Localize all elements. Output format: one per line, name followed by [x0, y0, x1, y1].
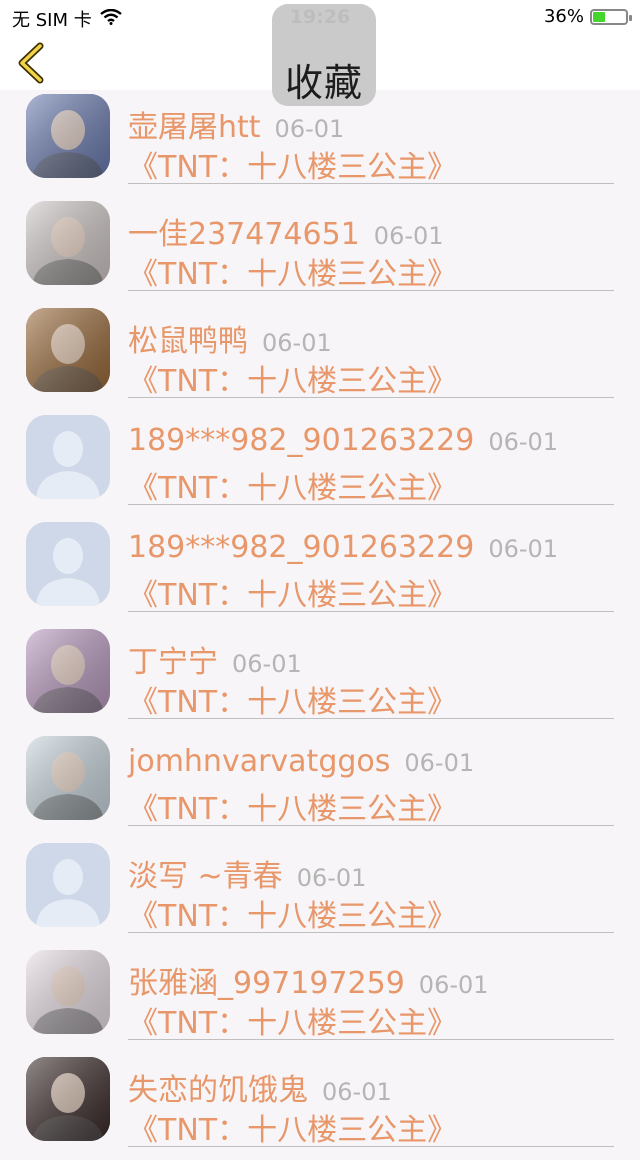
user-name: 松鼠鸭鸭: [128, 324, 248, 359]
date-label: 06-01: [488, 428, 559, 456]
date-label: 06-01: [296, 864, 367, 892]
date-label: 06-01: [232, 650, 302, 678]
row-divider: [128, 183, 614, 184]
user-name: 丁宁宁: [128, 645, 218, 680]
row-divider: [128, 718, 614, 719]
battery-level: [593, 11, 606, 22]
user-name: 失恋的饥饿鬼: [128, 1073, 308, 1108]
row-divider: [128, 504, 614, 505]
name-line: 一佳237474651 06-01: [128, 209, 444, 253]
row-divider: [128, 1039, 614, 1040]
book-title: 《TNT：十八楼三公主》: [128, 792, 458, 827]
name-line: 淡写 ~青春 06-01: [128, 851, 366, 895]
book-title: 《TNT：十八楼三公主》: [128, 150, 458, 185]
user-name: 张雅涵_997197259: [128, 966, 405, 1001]
avatar[interactable]: [26, 308, 110, 392]
chevron-left-icon: [18, 42, 44, 84]
date-label: 06-01: [488, 535, 559, 563]
name-line: 丁宁宁 06-01: [128, 637, 302, 681]
person-silhouette-icon: [26, 522, 110, 606]
book-title: 《TNT：十八楼三公主》: [128, 685, 458, 720]
favorites-list: 壶屠屠htt 06-01 《TNT：十八楼三公主》 一佳237474651 06-01 《…: [0, 90, 640, 1160]
person-silhouette-icon: [26, 843, 110, 927]
user-name: 壶屠屠htt: [128, 110, 261, 145]
row-divider: [128, 932, 614, 933]
date-label: 06-01: [322, 1078, 392, 1106]
back-button[interactable]: [12, 40, 52, 86]
avatar[interactable]: [26, 94, 110, 178]
status-right: 36%: [543, 6, 632, 27]
default-avatar[interactable]: [26, 415, 110, 499]
battery-icon: [590, 8, 632, 25]
row-divider: [128, 611, 614, 612]
list-item[interactable]: 丁宁宁 06-01 《TNT：十八楼三公主》: [0, 625, 640, 732]
date-label: 06-01: [262, 329, 332, 357]
avatar[interactable]: [26, 201, 110, 285]
person-silhouette-icon: [26, 415, 110, 499]
list-item[interactable]: 一佳237474651 06-01 《TNT：十八楼三公主》: [0, 197, 640, 304]
list-item[interactable]: 张雅涵_997197259 06-01 《TNT：十八楼三公主》: [0, 946, 640, 1053]
user-name: 189***982_901263229: [128, 530, 475, 565]
book-title: 《TNT：十八楼三公主》: [128, 364, 458, 399]
book-title: 《TNT：十八楼三公主》: [128, 471, 458, 506]
row-divider: [128, 825, 614, 826]
list-item[interactable]: jomhnvarvatggos 06-01 《TNT：十八楼三公主》: [0, 732, 640, 839]
photo-avatar-icon: [26, 950, 110, 1034]
user-name: 189***982_901263229: [128, 423, 475, 458]
photo-avatar-icon: [26, 201, 110, 285]
photo-avatar-icon: [26, 1057, 110, 1141]
name-line: 189***982_901263229 06-01: [128, 423, 558, 458]
date-label: 06-01: [418, 971, 489, 999]
date-label: 06-01: [373, 222, 444, 250]
book-title: 《TNT：十八楼三公主》: [128, 1113, 458, 1148]
name-line: jomhnvarvatggos 06-01: [128, 744, 474, 779]
default-avatar[interactable]: [26, 843, 110, 927]
row-divider: [128, 290, 614, 291]
avatar[interactable]: [26, 629, 110, 713]
photo-avatar-icon: [26, 629, 110, 713]
book-title: 《TNT：十八楼三公主》: [128, 578, 458, 613]
list-item[interactable]: 失恋的饥饿鬼 06-01 《TNT：十八楼三公主》: [0, 1053, 640, 1160]
row-divider: [128, 1146, 614, 1147]
default-avatar[interactable]: [26, 522, 110, 606]
name-line: 失恋的饥饿鬼 06-01: [128, 1065, 392, 1109]
name-line: 松鼠鸭鸭 06-01: [128, 316, 332, 360]
name-line: 壶屠屠htt 06-01: [128, 102, 344, 146]
photo-avatar-icon: [26, 94, 110, 178]
book-title: 《TNT：十八楼三公主》: [128, 899, 458, 934]
row-divider: [128, 397, 614, 398]
list-item[interactable]: 壶屠屠htt 06-01 《TNT：十八楼三公主》: [0, 90, 640, 197]
nav-bar: 收藏: [0, 4, 640, 106]
book-title: 《TNT：十八楼三公主》: [128, 1006, 458, 1041]
user-name: jomhnvarvatggos: [128, 744, 391, 779]
list-item[interactable]: 189***982_901263229 06-01 《TNT：十八楼三公主》: [0, 518, 640, 625]
list-item[interactable]: 189***982_901263229 06-01 《TNT：十八楼三公主》: [0, 411, 640, 518]
avatar[interactable]: [26, 736, 110, 820]
name-line: 189***982_901263229 06-01: [128, 530, 558, 565]
battery-percent: 36%: [543, 6, 584, 27]
date-label: 06-01: [274, 115, 345, 143]
book-title: 《TNT：十八楼三公主》: [128, 257, 458, 292]
photo-avatar-icon: [26, 308, 110, 392]
avatar[interactable]: [26, 950, 110, 1034]
avatar[interactable]: [26, 1057, 110, 1141]
user-name: 淡写 ~青春: [128, 859, 283, 894]
list-item[interactable]: 淡写 ~青春 06-01 《TNT：十八楼三公主》: [0, 839, 640, 946]
list-item[interactable]: 松鼠鸭鸭 06-01 《TNT：十八楼三公主》: [0, 304, 640, 411]
photo-avatar-icon: [26, 736, 110, 820]
date-label: 06-01: [404, 749, 475, 777]
user-name: 一佳237474651: [128, 217, 360, 252]
name-line: 张雅涵_997197259 06-01: [128, 958, 489, 1002]
